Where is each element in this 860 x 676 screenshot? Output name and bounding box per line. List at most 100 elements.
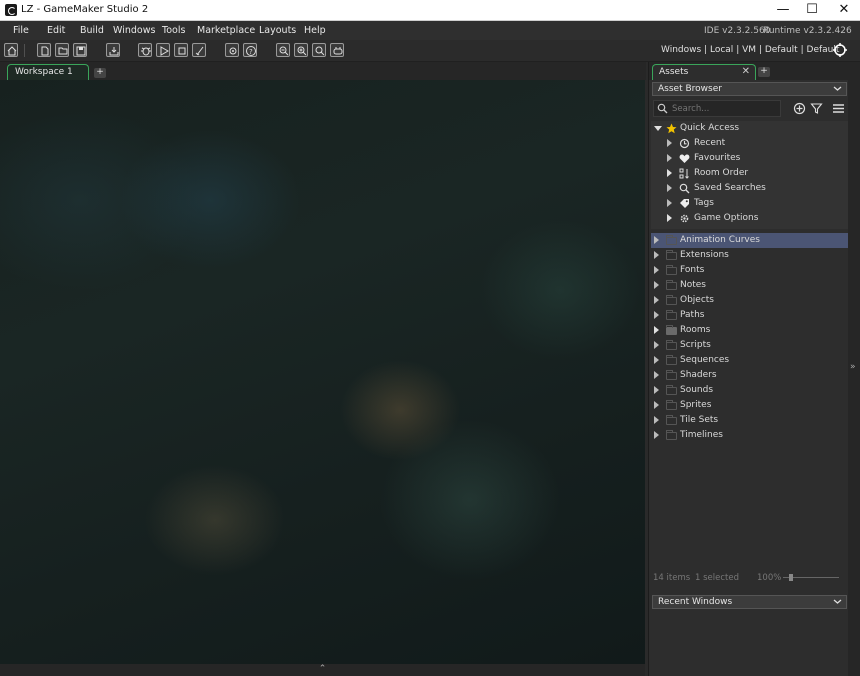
menu-edit[interactable]: Edit [47, 25, 65, 36]
asset-browser-dropdown[interactable]: Asset Browser [652, 82, 847, 96]
target-platform[interactable]: Windows [661, 45, 701, 55]
open-project-icon[interactable] [55, 43, 69, 57]
tree-item-quick-access[interactable]: Quick Access [651, 121, 848, 136]
folder-sounds[interactable]: Sounds [651, 383, 848, 398]
expand-arrow-icon[interactable] [654, 296, 659, 304]
asset-search[interactable] [653, 100, 781, 117]
tab-workspace-1[interactable]: Workspace 1 [7, 64, 89, 80]
folder-timelines[interactable]: Timelines [651, 428, 848, 443]
close-button[interactable]: ✕ [829, 0, 859, 21]
zoom-out-icon[interactable] [276, 43, 290, 57]
folder-label: Animation Curves [680, 235, 760, 245]
tree-item-favourites[interactable]: Favourites [651, 151, 848, 166]
folder-fonts[interactable]: Fonts [651, 263, 848, 278]
tab-assets[interactable]: Assets ✕ [652, 64, 756, 80]
debug-icon[interactable] [138, 43, 152, 57]
add-dock-tab-button[interactable]: + [758, 67, 770, 77]
expand-arrow-icon[interactable] [654, 356, 659, 364]
filter-icon[interactable] [810, 102, 823, 115]
expand-arrow-icon[interactable] [654, 431, 659, 439]
recent-windows-dropdown[interactable]: Recent Windows [652, 595, 847, 609]
home-icon[interactable] [4, 43, 18, 57]
expand-arrow-icon[interactable] [667, 139, 672, 147]
expand-arrow-icon[interactable] [654, 401, 659, 409]
target-selector[interactable]: Windows | Local | VM | Default | Default [661, 45, 839, 55]
stop-icon[interactable] [174, 43, 188, 57]
folder-animation-curves[interactable]: Animation Curves [651, 233, 848, 248]
assets-tab-bar: Assets ✕ + [649, 62, 849, 80]
menu-windows[interactable]: Windows [113, 25, 155, 36]
chevron-down-icon [833, 86, 842, 91]
recent-windows-list [649, 611, 849, 676]
zoom-reset-icon[interactable] [312, 43, 326, 57]
workspace-canvas[interactable] [0, 80, 645, 664]
gamepad-icon[interactable] [330, 43, 344, 57]
tree-item-label: Tags [694, 198, 714, 208]
folder-extensions[interactable]: Extensions [651, 248, 848, 263]
maximize-button[interactable]: ☐ [797, 0, 827, 21]
expand-arrow-icon[interactable] [654, 416, 659, 424]
expand-right-icon[interactable]: » [850, 362, 856, 372]
output-panel-toggle[interactable]: ⌃ [0, 664, 645, 676]
toolbar: ? Windows | Local | VM | Default | Defau… [0, 40, 860, 62]
expand-arrow-icon[interactable] [654, 281, 659, 289]
target-config[interactable]: Default [765, 45, 798, 55]
menu-help[interactable]: Help [304, 25, 326, 36]
search-input[interactable] [672, 103, 777, 115]
folder-sequences[interactable]: Sequences [651, 353, 848, 368]
close-tab-icon[interactable]: ✕ [742, 66, 750, 77]
folder-tile-sets[interactable]: Tile Sets [651, 413, 848, 428]
menu-layouts[interactable]: Layouts [259, 25, 296, 36]
menu-hamburger-icon[interactable] [832, 102, 845, 115]
menu-file[interactable]: File [13, 25, 29, 36]
target-output[interactable]: VM [742, 45, 756, 55]
minimize-button[interactable]: — [768, 0, 798, 21]
folder-sprites[interactable]: Sprites [651, 398, 848, 413]
expand-arrow-icon[interactable] [667, 214, 672, 222]
folder-shaders[interactable]: Shaders [651, 368, 848, 383]
create-executable-icon[interactable] [106, 43, 120, 57]
expand-arrow-icon[interactable] [667, 169, 672, 177]
expand-arrow-icon[interactable] [667, 184, 672, 192]
save-icon[interactable] [73, 43, 87, 57]
zoom-slider[interactable] [783, 574, 839, 582]
tree-item-tags[interactable]: Tags [651, 196, 848, 211]
expand-arrow-icon[interactable] [667, 154, 672, 162]
zoom-in-icon[interactable] [294, 43, 308, 57]
expand-arrow-icon[interactable] [654, 326, 659, 334]
target-device[interactable]: Local [710, 45, 733, 55]
tree-item-label: Room Order [694, 168, 749, 178]
target-crosshair-icon[interactable] [832, 42, 848, 58]
zoom-level: 100% [757, 573, 782, 583]
folder-notes[interactable]: Notes [651, 278, 848, 293]
expand-arrow-icon[interactable] [654, 266, 659, 274]
new-project-icon[interactable] [37, 43, 51, 57]
tree-item-game-options[interactable]: Game Options [651, 211, 848, 226]
zoom-slider-handle[interactable] [789, 574, 793, 581]
create-asset-icon[interactable] [793, 102, 806, 115]
expand-arrow-icon[interactable] [654, 371, 659, 379]
add-workspace-button[interactable]: + [94, 68, 106, 78]
run-icon[interactable] [156, 43, 170, 57]
menu-build[interactable]: Build [80, 25, 104, 36]
expand-arrow-icon[interactable] [667, 199, 672, 207]
tree-item-saved-searches[interactable]: Saved Searches [651, 181, 848, 196]
expand-arrow-icon[interactable] [654, 341, 659, 349]
folder-rooms[interactable]: Rooms [651, 323, 848, 338]
expand-arrow-icon[interactable] [654, 126, 662, 131]
right-dock-collapse[interactable]: » [848, 62, 860, 676]
expand-arrow-icon[interactable] [654, 311, 659, 319]
menu-tools[interactable]: Tools [162, 25, 185, 36]
expand-arrow-icon[interactable] [654, 386, 659, 394]
folder-objects[interactable]: Objects [651, 293, 848, 308]
expand-arrow-icon[interactable] [654, 236, 659, 244]
tree-item-room-order[interactable]: Room Order [651, 166, 848, 181]
expand-arrow-icon[interactable] [654, 251, 659, 259]
folder-scripts[interactable]: Scripts [651, 338, 848, 353]
tree-item-recent[interactable]: Recent [651, 136, 848, 151]
clean-icon[interactable] [192, 43, 206, 57]
preferences-icon[interactable] [225, 43, 239, 57]
help-icon[interactable]: ? [243, 43, 257, 57]
folder-paths[interactable]: Paths [651, 308, 848, 323]
menu-marketplace[interactable]: Marketplace [197, 25, 255, 36]
